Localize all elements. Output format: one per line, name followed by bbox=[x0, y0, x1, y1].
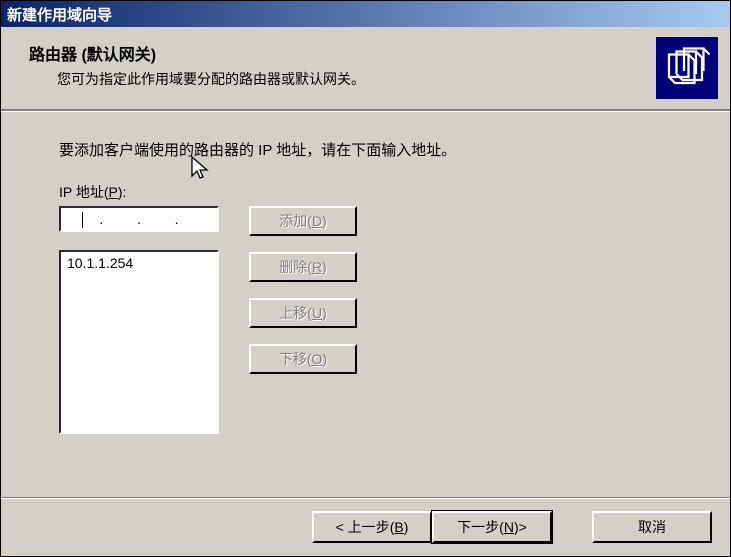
back-button[interactable]: < 上一步(B) bbox=[312, 511, 432, 543]
left-column: . . . 10.1.1.254 bbox=[59, 206, 219, 434]
button-column: 添加(D) 删除(R) 上移(U) 下移(O) bbox=[249, 206, 357, 374]
move-down-button[interactable]: 下移(O) bbox=[249, 344, 357, 374]
content-area: 要添加客户端使用的路由器的 IP 地址，请在下面输入地址。 IP 地址(P): … bbox=[1, 111, 730, 497]
page-subtitle: 您可为指定此作用域要分配的路由器或默认网关。 bbox=[29, 69, 365, 89]
wizard-header: 路由器 (默认网关) 您可为指定此作用域要分配的路由器或默认网关。 bbox=[1, 27, 730, 111]
header-text: 路由器 (默认网关) 您可为指定此作用域要分配的路由器或默认网关。 bbox=[29, 37, 365, 89]
add-button[interactable]: 添加(D) bbox=[249, 206, 357, 236]
move-up-button[interactable]: 上移(U) bbox=[249, 298, 357, 328]
wizard-icon bbox=[656, 37, 718, 99]
ip-address-input[interactable]: . . . bbox=[59, 206, 219, 232]
list-item[interactable]: 10.1.1.254 bbox=[65, 254, 213, 272]
remove-button[interactable]: 删除(R) bbox=[249, 252, 357, 282]
ip-address-list[interactable]: 10.1.1.254 bbox=[59, 250, 219, 434]
wizard-window: 新建作用域向导 路由器 (默认网关) 您可为指定此作用域要分配的路由器或默认网关… bbox=[0, 0, 731, 557]
cancel-button[interactable]: 取消 bbox=[592, 511, 712, 543]
next-button[interactable]: 下一步(N) > bbox=[432, 511, 552, 543]
window-title: 新建作用域向导 bbox=[7, 4, 112, 25]
page-title: 路由器 (默认网关) bbox=[29, 41, 365, 65]
ip-address-label: IP 地址(P): bbox=[59, 182, 690, 202]
titlebar: 新建作用域向导 bbox=[1, 1, 730, 27]
instruction-text: 要添加客户端使用的路由器的 IP 地址，请在下面输入地址。 bbox=[59, 139, 690, 160]
mouse-cursor-icon bbox=[191, 156, 211, 184]
input-row: . . . 10.1.1.254 添加(D) 删除(R) 上移(U) bbox=[59, 206, 690, 434]
nav-button-group: < 上一步(B) 下一步(N) > bbox=[312, 511, 552, 543]
wizard-footer: < 上一步(B) 下一步(N) > 取消 bbox=[1, 497, 730, 556]
